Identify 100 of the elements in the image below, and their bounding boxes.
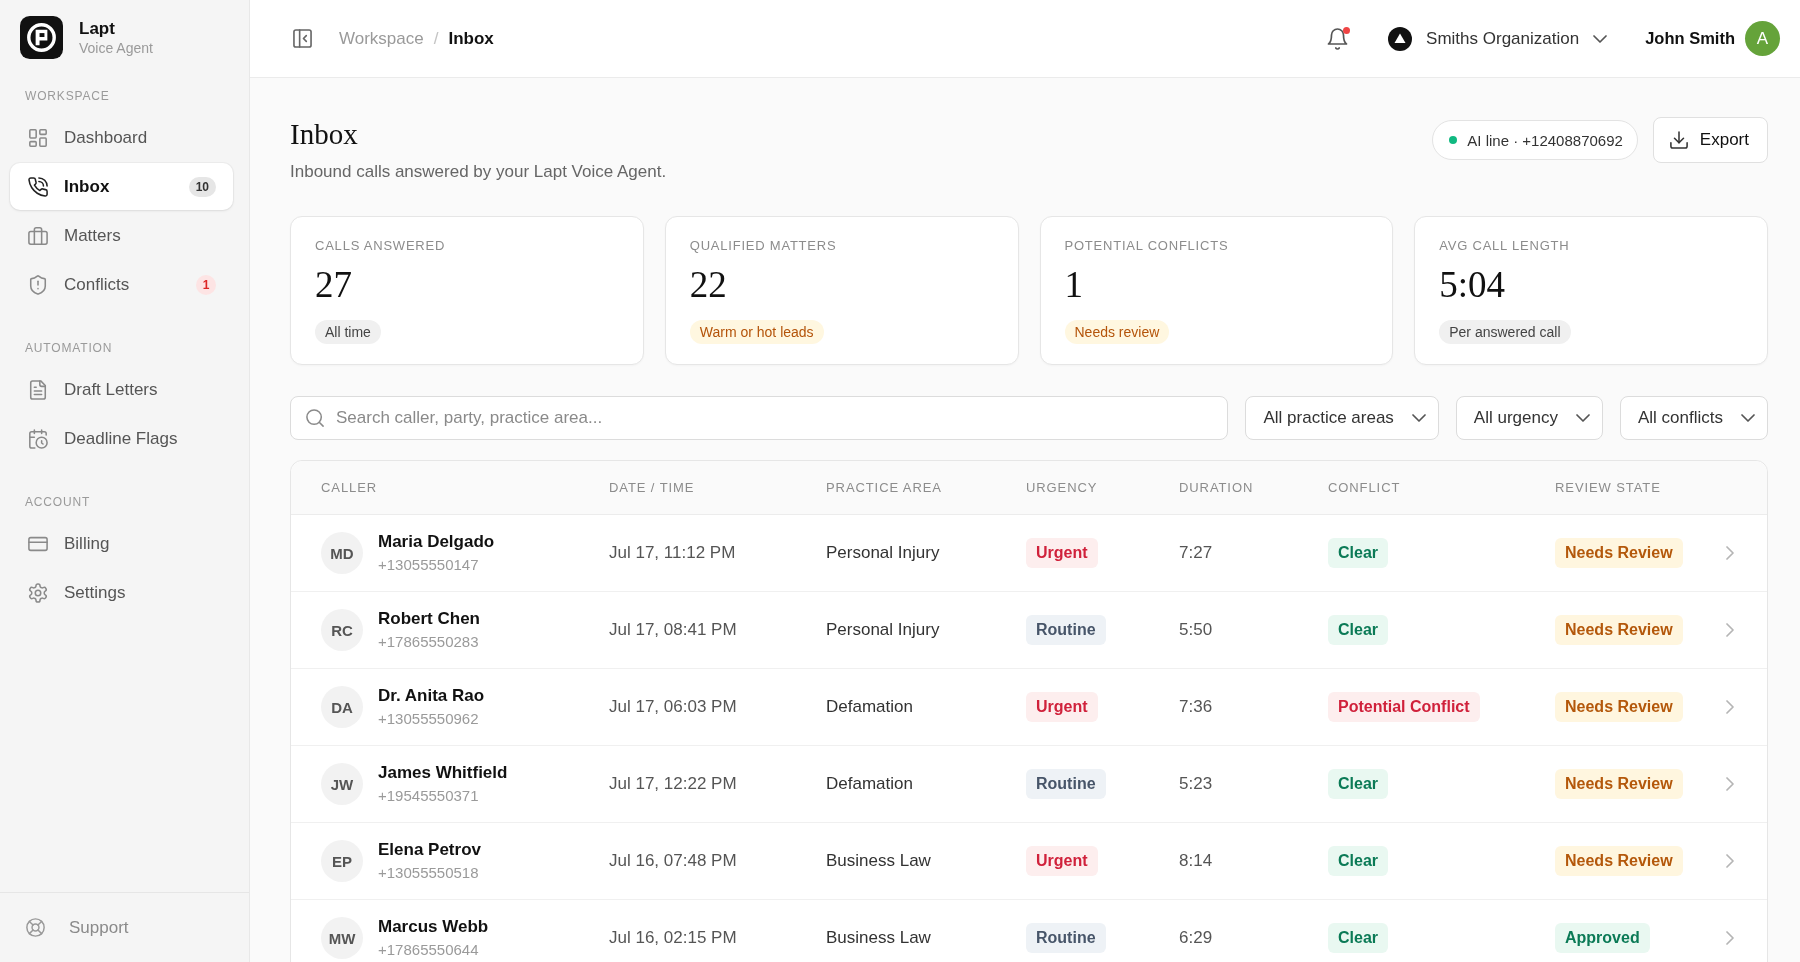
- urgency-badge: Urgent: [1026, 846, 1098, 876]
- call-datetime: Jul 16, 02:15 PM: [609, 928, 738, 948]
- call-row[interactable]: JW James Whitfield +19545550371 Jul 17, 12:22 PM Defamation Routine 5:23 Clear Needs Review: [291, 746, 1767, 823]
- nav-item[interactable]: Draft Letters: [10, 366, 233, 413]
- filter-dropdown[interactable]: All urgency: [1455, 396, 1603, 440]
- practice-area: Personal Injury: [826, 543, 1026, 563]
- stat-value: 27: [315, 263, 352, 307]
- caller-avatar: MD: [321, 532, 363, 574]
- urgency-badge: Routine: [1026, 923, 1106, 953]
- chevron-right-icon: [1723, 931, 1737, 945]
- briefcase-icon: [28, 225, 48, 246]
- call-datetime: Jul 16, 07:48 PM: [609, 851, 738, 871]
- call-duration: 5:23: [1179, 774, 1214, 794]
- nav-item[interactable]: Billing: [10, 520, 233, 567]
- ai-line-text: AI line · +12408870692: [1467, 131, 1623, 149]
- call-datetime: Jul 17, 11:12 PM: [609, 543, 737, 563]
- document-icon: [28, 379, 48, 400]
- review-state-badge: Needs Review: [1555, 846, 1683, 876]
- nav-item[interactable]: Inbox 10: [10, 163, 233, 210]
- practice-area: Business Law: [826, 851, 1026, 871]
- call-datetime: Jul 17, 12:22 PM: [609, 774, 738, 794]
- caller-name: Elena Petrov: [378, 839, 481, 861]
- user-name: John Smith: [1645, 29, 1735, 48]
- call-row[interactable]: EP Elena Petrov +13055550518 Jul 16, 07:48 PM Business Law Urgent 8:14 Clear Needs Review: [291, 823, 1767, 900]
- conflict-badge: Clear: [1328, 769, 1389, 799]
- chevron-right-icon: [1723, 854, 1737, 868]
- nav-item[interactable]: Conflicts 1: [10, 261, 233, 308]
- caller-phone: +17865550644: [378, 940, 479, 960]
- bell-icon[interactable]: [1327, 27, 1349, 50]
- export-button[interactable]: Export: [1652, 117, 1768, 163]
- caller-name: Robert Chen: [378, 608, 480, 630]
- practice-area: Defamation: [826, 774, 1026, 794]
- calendar-clock-icon: [28, 428, 48, 449]
- conflict-badge: Clear: [1328, 615, 1389, 645]
- conflict-badge: Potential Conflict: [1328, 692, 1480, 722]
- practice-area: Personal Injury: [826, 620, 1026, 640]
- chevron-right-icon: [1723, 700, 1737, 714]
- stat-label: AVG CALL LENGTH: [1439, 237, 1570, 255]
- caller-phone: +17865550283: [378, 632, 479, 652]
- caller-phone: +19545550371: [378, 786, 479, 806]
- call-duration: 6:29: [1179, 928, 1214, 948]
- call-row[interactable]: DA Dr. Anita Rao +13055550962 Jul 17, 06:03 PM Defamation Urgent 7:36 Potential Conflict Needs Review: [291, 669, 1767, 746]
- urgency-badge: Routine: [1026, 769, 1106, 799]
- call-duration: 7:27: [1179, 543, 1214, 563]
- page-subtitle: Inbound calls answered by your Lapt Voice Agent.: [290, 161, 667, 183]
- caller-name: Maria Delgado: [378, 531, 495, 553]
- breadcrumb-separator: /: [433, 28, 439, 49]
- call-datetime: Jul 17, 08:41 PM: [609, 620, 738, 640]
- call-row[interactable]: RC Robert Chen +17865550283 Jul 17, 08:41 PM Personal Injury Routine 5:50 Clear Needs Review: [291, 592, 1767, 669]
- chevron-right-icon: [1723, 623, 1737, 637]
- caller-name: James Whitfield: [378, 762, 508, 784]
- call-row[interactable]: MW Marcus Webb +17865550644 Jul 16, 02:15 PM Business Law Routine 6:29 Clear Approved: [291, 900, 1767, 962]
- nav-item[interactable]: Dashboard: [10, 114, 233, 161]
- column-header: CONFLICT: [1328, 480, 1402, 495]
- sidebar-toggle-icon[interactable]: [293, 29, 312, 48]
- filter-dropdown[interactable]: All conflicts: [1619, 396, 1768, 440]
- nav-item[interactable]: Deadline Flags: [10, 415, 233, 462]
- chevron-down-icon: [1575, 411, 1590, 425]
- conflict-badge: Clear: [1328, 923, 1389, 953]
- caller-name: Marcus Webb: [378, 916, 489, 938]
- filter-dropdown[interactable]: All practice areas: [1245, 396, 1439, 440]
- call-row[interactable]: MD Maria Delgado +13055550147 Jul 17, 11:12 PM Personal Injury Urgent 7:27 Clear Needs Review: [291, 515, 1767, 592]
- section-heading: ACCOUNT: [24, 495, 92, 509]
- stat-label: POTENTIAL CONFLICTS: [1064, 237, 1229, 255]
- count-badge: 1: [196, 274, 216, 295]
- organization-switcher[interactable]: Smiths Organization: [1388, 26, 1608, 51]
- stat-label: QUALIFIED MATTERS: [689, 237, 837, 255]
- stat-label: CALLS ANSWERED: [315, 237, 446, 255]
- caller-avatar: MW: [321, 917, 363, 959]
- caller-name: Dr. Anita Rao: [378, 685, 485, 707]
- count-badge: 10: [188, 176, 216, 197]
- section-heading: WORKSPACE: [24, 89, 111, 103]
- nav-item[interactable]: Matters: [10, 212, 233, 259]
- caller-avatar: EP: [321, 840, 363, 882]
- urgency-badge: Urgent: [1026, 692, 1098, 722]
- call-duration: 8:14: [1179, 851, 1214, 871]
- section-heading: AUTOMATION: [24, 341, 114, 355]
- urgency-badge: Routine: [1026, 615, 1106, 645]
- chevron-right-icon: [1723, 777, 1737, 791]
- brand-name: Lapt: [79, 18, 116, 39]
- breadcrumb-current[interactable]: Inbox: [448, 28, 494, 49]
- search-field[interactable]: Search caller, party, practice area...: [290, 396, 1229, 440]
- download-icon: [1669, 131, 1688, 149]
- review-state-badge: Needs Review: [1555, 615, 1683, 645]
- stat-note: Warm or hot leads: [689, 320, 824, 344]
- lifebuoy-icon: [26, 918, 45, 937]
- caller-phone: +13055550962: [378, 709, 479, 729]
- nav-item[interactable]: Settings: [10, 569, 233, 616]
- brand-tagline: Voice Agent: [79, 39, 153, 57]
- caller-avatar: RC: [321, 609, 363, 651]
- chevron-down-icon: [1411, 411, 1426, 425]
- stat-note: All time: [315, 320, 381, 344]
- urgency-badge: Urgent: [1026, 538, 1098, 568]
- settings-icon: [28, 582, 48, 603]
- column-header: URGENCY: [1026, 480, 1099, 495]
- conflict-badge: Clear: [1328, 538, 1389, 568]
- review-state-badge: Needs Review: [1555, 692, 1683, 722]
- stat-value: 5:04: [1439, 263, 1506, 307]
- call-duration: 7:36: [1179, 697, 1214, 717]
- conflict-badge: Clear: [1328, 846, 1389, 876]
